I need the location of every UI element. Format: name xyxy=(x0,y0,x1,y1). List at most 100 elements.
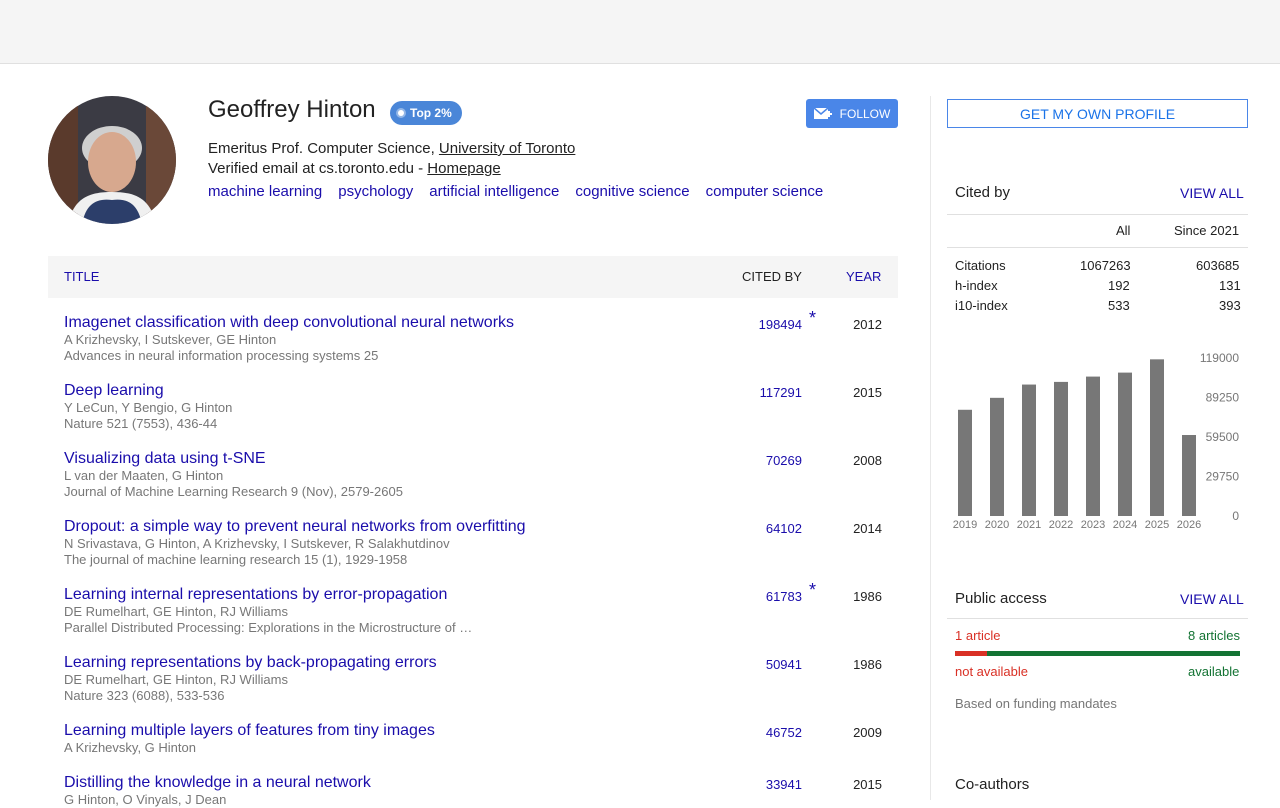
cited-count[interactable]: 64102 xyxy=(766,521,802,536)
article-year: 2012 xyxy=(853,317,882,332)
article-year: 1986 xyxy=(853,657,882,672)
stat-label: Citations xyxy=(955,258,1006,273)
cited-count[interactable]: 117291 xyxy=(760,385,802,400)
x-tick-label: 2021 xyxy=(1017,519,1041,531)
article-title[interactable]: Learning multiple layers of features fro… xyxy=(64,722,882,740)
article-authors: L van der Maaten, G Hinton xyxy=(64,468,224,483)
sort-title[interactable]: TITLE xyxy=(64,269,99,284)
y-tick-label: 119000 xyxy=(1200,351,1239,365)
chart-bar[interactable] xyxy=(958,409,972,516)
not-available-label: not available xyxy=(955,664,1028,679)
x-tick-label: 2022 xyxy=(1049,519,1073,531)
public-access-title: Public access xyxy=(955,590,1047,607)
chart-bar[interactable] xyxy=(990,397,1004,516)
chart-bar[interactable] xyxy=(1086,376,1100,516)
available-bar xyxy=(987,651,1240,656)
column-divider xyxy=(930,96,931,800)
citations-bar-chart: 2019 2020 2021 2022 2023 2024 2025 2026 119000 89… xyxy=(953,351,1240,531)
article-year: 2008 xyxy=(853,453,882,468)
article-title[interactable]: Learning representations by back-propaga… xyxy=(64,654,882,672)
article-authors: A Krizhevsky, G Hinton xyxy=(64,740,196,755)
divider xyxy=(947,247,1248,248)
stat-since: 393 xyxy=(1219,298,1241,313)
interest-link[interactable]: machine learning xyxy=(208,184,322,200)
top-badge[interactable]: Top 2% xyxy=(390,101,462,125)
article-year: 1986 xyxy=(853,589,882,604)
chart-bar[interactable] xyxy=(1022,384,1036,516)
article-title[interactable]: Learning internal representations by err… xyxy=(64,586,882,604)
merged-star[interactable]: * xyxy=(809,308,816,329)
public-access-view-all[interactable]: VIEW ALL xyxy=(1180,591,1244,607)
interest-link[interactable]: computer science xyxy=(706,184,824,200)
merged-star[interactable]: * xyxy=(809,580,816,601)
x-tick-label: 2023 xyxy=(1081,519,1105,531)
divider xyxy=(947,214,1248,215)
funding-note: Based on funding mandates xyxy=(955,696,1117,711)
article-authors: A Krizhevsky, I Sutskever, GE Hinton xyxy=(64,332,277,347)
article-year: 2015 xyxy=(853,385,882,400)
stat-all: 192 xyxy=(1108,278,1130,293)
article-title[interactable]: Visualizing data using t-SNE xyxy=(64,450,882,468)
stat-all: 1067263 xyxy=(1080,258,1131,273)
table-row: Visualizing data using t-SNE L van der M… xyxy=(64,450,882,500)
chart-bar[interactable] xyxy=(1150,359,1164,516)
follow-button[interactable]: FOLLOW xyxy=(806,99,898,128)
article-year: 2014 xyxy=(853,521,882,536)
avatar xyxy=(48,96,176,224)
sort-year[interactable]: YEAR xyxy=(846,269,881,284)
table-row: Learning multiple layers of features fro… xyxy=(64,722,882,756)
article-title[interactable]: Distilling the knowledge in a neural net… xyxy=(64,774,882,792)
available-count[interactable]: 8 articles xyxy=(1188,628,1240,643)
badge-dot-icon xyxy=(398,110,404,116)
chart-bar[interactable] xyxy=(1054,381,1068,516)
article-authors: DE Rumelhart, GE Hinton, RJ Williams xyxy=(64,604,288,619)
table-row: Dropout: a simple way to prevent neural … xyxy=(64,518,882,568)
follow-label: FOLLOW xyxy=(839,106,891,121)
badge-label: Top 2% xyxy=(410,106,452,120)
article-title[interactable]: Dropout: a simple way to prevent neural … xyxy=(64,518,882,536)
mail-plus-icon xyxy=(813,106,832,119)
article-authors: G Hinton, O Vinyals, J Dean xyxy=(64,792,227,807)
x-tick-label: 2019 xyxy=(953,519,977,531)
not-available-count[interactable]: 1 article xyxy=(955,628,1001,643)
affiliation-link[interactable]: University of Toronto xyxy=(439,140,575,157)
interest-link[interactable]: psychology xyxy=(338,184,413,200)
get-own-profile-button[interactable]: GET MY OWN PROFILE xyxy=(947,99,1248,128)
interests-list: machine learning psychology artificial i… xyxy=(208,184,823,200)
table-row: Learning representations by back-propaga… xyxy=(64,654,882,704)
divider xyxy=(947,618,1248,619)
cited-by-view-all[interactable]: VIEW ALL xyxy=(1180,185,1244,201)
email-text: Verified email at cs.toronto.edu - xyxy=(208,160,428,177)
top-bar xyxy=(0,0,1280,64)
table-header: TITLE CITED BY YEAR xyxy=(48,256,898,298)
cited-count[interactable]: 70269 xyxy=(766,453,802,468)
cited-count[interactable]: 198494 xyxy=(759,317,802,332)
table-row: Deep learning Y LeCun, Y Bengio, G Hinto… xyxy=(64,382,882,432)
y-tick-label: 59500 xyxy=(1206,430,1240,444)
chart-bar[interactable] xyxy=(1118,372,1132,516)
x-tick-label: 2025 xyxy=(1145,519,1169,531)
col-all: All xyxy=(1116,223,1131,238)
homepage-link[interactable]: Homepage xyxy=(427,160,500,177)
col-cited-by: CITED BY xyxy=(742,269,802,284)
article-authors: Y LeCun, Y Bengio, G Hinton xyxy=(64,400,233,415)
x-tick-label: 2026 xyxy=(1177,519,1201,531)
stat-since: 131 xyxy=(1219,278,1241,293)
available-label: available xyxy=(1188,664,1240,679)
cited-count[interactable]: 46752 xyxy=(766,725,802,740)
article-authors: DE Rumelhart, GE Hinton, RJ Williams xyxy=(64,672,288,687)
coauthors-title: Co-authors xyxy=(955,776,1030,793)
table-row: Imagenet classification with deep convol… xyxy=(64,308,882,364)
article-venue: Parallel Distributed Processing: Explora… xyxy=(64,620,473,635)
interest-link[interactable]: artificial intelligence xyxy=(429,184,559,200)
cited-count[interactable]: 33941 xyxy=(766,777,802,792)
cited-count[interactable]: 61783 xyxy=(766,589,802,604)
table-row: Learning internal representations by err… xyxy=(64,580,882,636)
interest-link[interactable]: cognitive science xyxy=(575,184,689,200)
article-venue: Nature 323 (6088), 533-536 xyxy=(64,688,225,703)
chart-bar[interactable] xyxy=(1182,435,1196,516)
cited-count[interactable]: 50941 xyxy=(766,657,802,672)
y-tick-label: 0 xyxy=(1232,509,1239,523)
verified-email: Verified email at cs.toronto.edu - Homep… xyxy=(208,159,501,179)
not-available-bar xyxy=(955,651,987,656)
